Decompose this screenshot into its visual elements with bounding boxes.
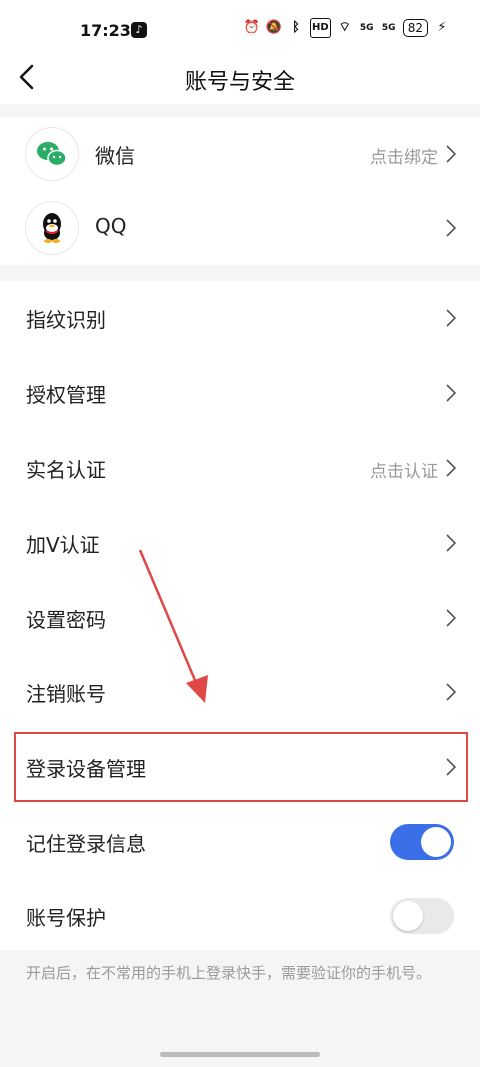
- real-name-row[interactable]: 实名认证 点击认证: [0, 431, 480, 505]
- chevron-right-icon: [446, 459, 456, 477]
- chevron-right-icon: [446, 219, 456, 237]
- authorization-label: 授权管理: [26, 383, 106, 407]
- bluetooth-icon: ᛒ: [292, 20, 300, 35]
- cancel-account-row[interactable]: 注销账号: [0, 655, 480, 729]
- toggle-knob: [421, 827, 451, 857]
- charging-icon: ⚡: [437, 20, 447, 35]
- fingerprint-label: 指纹识别: [26, 308, 106, 332]
- status-bar: 17:23 ♪ ⏰ 🔕 ᛒ HD ⌔ 5G 5G 82 ⚡: [0, 0, 480, 60]
- wechat-icon: [25, 127, 79, 181]
- chevron-right-icon: [446, 384, 456, 402]
- wechat-label: 微信: [95, 144, 135, 168]
- account-protection-label: 账号保护: [26, 906, 106, 930]
- qq-row[interactable]: QQ: [0, 191, 480, 265]
- v-verify-row[interactable]: 加V认证: [0, 506, 480, 580]
- chevron-right-icon: [446, 534, 456, 552]
- chevron-right-icon: [446, 609, 456, 627]
- set-password-label: 设置密码: [26, 608, 106, 632]
- mute-icon: 🔕: [265, 20, 283, 35]
- qq-label: QQ: [95, 214, 127, 238]
- header: 账号与安全: [0, 52, 480, 104]
- annotation-highlight-box: [14, 732, 468, 802]
- chevron-right-icon: [446, 145, 456, 163]
- social-group: 微信 点击绑定 QQ: [0, 117, 480, 265]
- hd-icon: HD: [310, 18, 331, 38]
- set-password-row[interactable]: 设置密码: [0, 581, 480, 655]
- wifi-icon: ⌔: [338, 20, 351, 35]
- account-protection-footnote: 开启后，在不常用的手机上登录快手，需要验证你的手机号。: [26, 964, 432, 982]
- status-icons: ⏰ 🔕 ᛒ HD ⌔ 5G 5G 82 ⚡: [244, 18, 450, 38]
- battery-icon: 82: [402, 19, 428, 37]
- tiktok-icon: ♪: [131, 22, 147, 38]
- qq-icon: [25, 201, 79, 255]
- annotation-arrow-icon: [138, 549, 208, 703]
- wechat-bind-status: 点击绑定: [370, 148, 438, 168]
- account-protection-row: 账号保护: [0, 879, 480, 953]
- remember-login-label: 记住登录信息: [26, 832, 146, 856]
- settings-group: 指纹识别 授权管理 实名认证 点击认证 加V认证 设置密码 注销账号 登录设备管…: [0, 281, 480, 950]
- fingerprint-row[interactable]: 指纹识别: [0, 281, 480, 355]
- chevron-right-icon: [446, 309, 456, 327]
- signal-icon: 5G: [359, 23, 374, 33]
- real-name-label: 实名认证: [26, 458, 106, 482]
- alarm-icon: ⏰: [243, 20, 260, 35]
- authorization-row[interactable]: 授权管理: [0, 356, 480, 430]
- signal-icon: 5G: [381, 23, 396, 33]
- home-indicator[interactable]: [160, 1052, 320, 1057]
- remember-login-toggle[interactable]: [390, 824, 454, 860]
- account-protection-toggle[interactable]: [390, 898, 454, 934]
- wechat-row[interactable]: 微信 点击绑定: [0, 117, 480, 191]
- toggle-knob: [393, 901, 423, 931]
- remember-login-row: 记住登录信息: [0, 805, 480, 879]
- cancel-account-label: 注销账号: [26, 682, 106, 706]
- real-name-status: 点击认证: [370, 462, 438, 482]
- v-verify-label: 加V认证: [26, 533, 100, 557]
- page-title: 账号与安全: [184, 70, 295, 95]
- chevron-right-icon: [446, 683, 456, 701]
- status-time: 17:23: [80, 21, 131, 40]
